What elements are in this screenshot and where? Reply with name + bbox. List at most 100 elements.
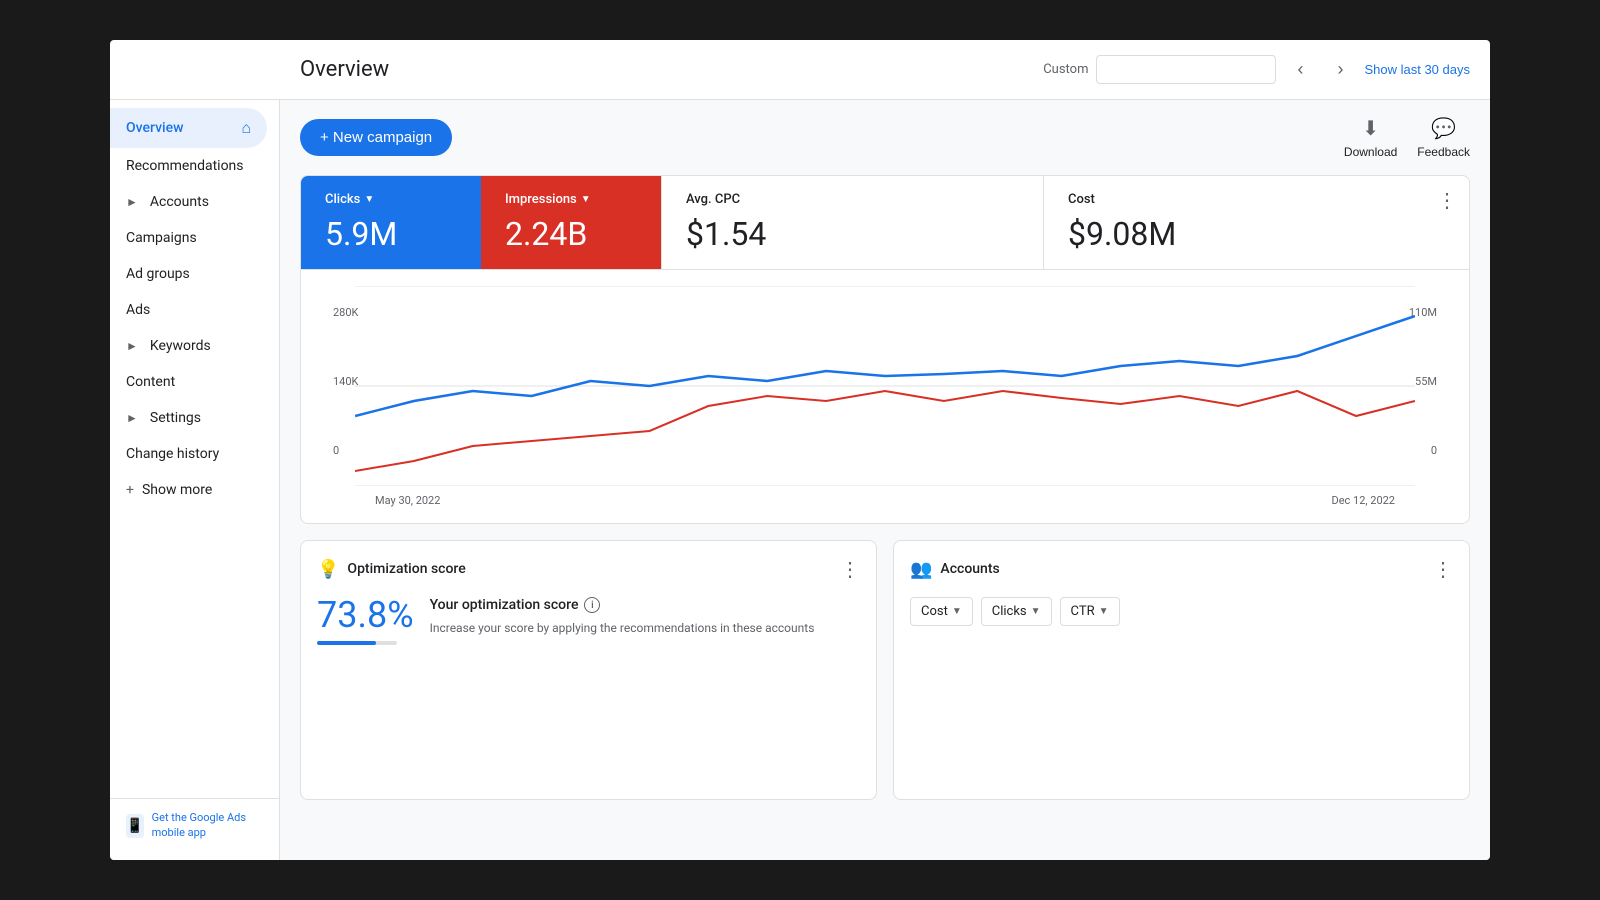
metric-cost: Cost $9.08M — [1043, 176, 1425, 269]
optimization-more-button[interactable]: ⋮ — [840, 557, 860, 581]
accounts-filters: Cost ▼ Clicks ▼ CTR ▼ — [910, 597, 1453, 626]
stats-card: Clicks ▼ 5.9M Impressions ▼ 2.24B — [300, 175, 1470, 524]
prev-date-button[interactable]: ‹ — [1284, 54, 1316, 86]
download-icon: ⬇ — [1362, 116, 1379, 141]
date-input[interactable] — [1096, 55, 1276, 84]
feedback-label: Feedback — [1417, 145, 1470, 159]
sidebar-item-show-more[interactable]: + Show more — [110, 472, 267, 508]
metric-avg-cpc: Avg. CPC $1.54 — [661, 176, 1043, 269]
filter-ctr[interactable]: CTR ▼ — [1060, 597, 1120, 626]
filter-cost-arrow: ▼ — [952, 606, 962, 617]
filter-clicks[interactable]: Clicks ▼ — [981, 597, 1052, 626]
sidebar-item-recommendations-label: Recommendations — [126, 158, 244, 174]
mobile-icon: 📱 — [126, 814, 144, 838]
new-campaign-button[interactable]: + New campaign — [300, 119, 452, 156]
info-icon[interactable]: i — [584, 597, 600, 613]
header-actions: ⬇ Download 💬 Feedback — [1344, 116, 1470, 159]
accounts-card-header: 👥 Accounts ⋮ — [910, 557, 1453, 581]
sidebar-item-overview-label: Overview — [126, 120, 183, 136]
filter-clicks-arrow: ▼ — [1031, 606, 1041, 617]
metric-impressions-label: Impressions ▼ — [505, 192, 637, 207]
feedback-button[interactable]: 💬 Feedback — [1417, 116, 1470, 159]
metric-cost-value: $9.08M — [1068, 215, 1401, 253]
sidebar-bottom: 📱 Get the Google Ads mobile app — [110, 798, 279, 852]
sidebar-item-settings-label: Settings — [150, 410, 201, 426]
filter-ctr-arrow: ▼ — [1099, 606, 1109, 617]
sidebar-item-change-history-label: Change history — [126, 446, 219, 462]
content-area: + New campaign ⬇ Download 💬 Feedback — [280, 100, 1490, 860]
filter-cost[interactable]: Cost ▼ — [910, 597, 973, 626]
sidebar-item-overview[interactable]: Overview ⌂ — [110, 108, 267, 148]
date-label: Custom — [1043, 62, 1088, 77]
y-right-top: 110M — [1409, 306, 1437, 319]
score-left: 73.8% — [317, 597, 414, 645]
filter-clicks-label: Clicks — [992, 604, 1027, 619]
sidebar-item-recommendations[interactable]: Recommendations — [110, 148, 267, 184]
metric-avg-cpc-value: $1.54 — [686, 215, 1019, 253]
sidebar-item-keywords[interactable]: ► Keywords — [110, 328, 267, 364]
optimization-card-header: 💡 Optimization score ⋮ — [317, 557, 860, 581]
chart-svg — [355, 286, 1415, 486]
metric-impressions-value: 2.24B — [505, 215, 637, 253]
stats-more-button[interactable]: ⋮ — [1425, 176, 1469, 224]
sidebar-item-accounts-label: Accounts — [150, 194, 209, 210]
sidebar-item-ad-groups-label: Ad groups — [126, 266, 190, 282]
feedback-icon: 💬 — [1431, 116, 1456, 141]
plus-icon: + — [126, 482, 134, 498]
download-button[interactable]: ⬇ Download — [1344, 116, 1397, 159]
next-date-button[interactable]: › — [1324, 54, 1356, 86]
y-right-mid: 55M — [1409, 375, 1437, 388]
top-bar: Overview Custom ‹ › Show last 30 days — [110, 40, 1490, 100]
accounts-arrow-icon: ► — [126, 195, 138, 209]
sidebar-item-settings[interactable]: ► Settings — [110, 400, 267, 436]
score-bar — [317, 641, 397, 645]
sidebar-item-ads[interactable]: Ads — [110, 292, 267, 328]
optimization-card-title: Optimization score — [347, 561, 465, 577]
metric-clicks-label: Clicks ▼ — [325, 192, 457, 207]
metric-avg-cpc-label: Avg. CPC — [686, 192, 1019, 207]
page-title: Overview — [280, 57, 1043, 82]
score-desc: Increase your score by applying the reco… — [430, 619, 860, 637]
sidebar-item-ad-groups[interactable]: Ad groups — [110, 256, 267, 292]
chart-area: 280K 140K 0 110M 55M 0 — [301, 269, 1469, 523]
metric-clicks[interactable]: Clicks ▼ 5.9M — [301, 176, 481, 269]
accounts-card-title: Accounts — [940, 561, 999, 577]
metric-clicks-value: 5.9M — [325, 215, 457, 253]
chart-x-end: Dec 12, 2022 — [1331, 494, 1395, 507]
chart-y-labels-right: 110M 55M 0 — [1409, 306, 1437, 457]
top-bar-right: Custom ‹ › Show last 30 days — [1043, 54, 1470, 86]
content-header: + New campaign ⬇ Download 💬 Feedback — [300, 116, 1470, 159]
sidebar-item-ads-label: Ads — [126, 302, 150, 318]
score-info: Your optimization score i Increase your … — [430, 597, 860, 637]
mobile-app-promo[interactable]: 📱 Get the Google Ads mobile app — [126, 811, 263, 840]
mobile-app-label: Get the Google Ads mobile app — [152, 811, 263, 840]
optimization-card: 💡 Optimization score ⋮ 73.8% — [300, 540, 877, 800]
sidebar-item-content[interactable]: Content — [110, 364, 267, 400]
accounts-more-button[interactable]: ⋮ — [1433, 557, 1453, 581]
filter-ctr-label: CTR — [1071, 604, 1095, 619]
home-icon: ⌂ — [241, 118, 251, 138]
app-frame: Overview Custom ‹ › Show last 30 days Ov… — [110, 40, 1490, 860]
score-bar-fill — [317, 641, 376, 645]
settings-arrow-icon: ► — [126, 411, 138, 425]
y-right-bottom: 0 — [1409, 444, 1437, 457]
optimization-icon: 💡 — [317, 559, 339, 580]
show-more-label: Show more — [142, 482, 212, 498]
sidebar: Overview ⌂ Recommendations ► Accounts Ca… — [110, 100, 280, 860]
filter-cost-label: Cost — [921, 604, 948, 619]
clicks-dropdown-icon: ▼ — [364, 194, 374, 205]
sidebar-item-change-history[interactable]: Change history — [110, 436, 267, 472]
main-layout: Overview ⌂ Recommendations ► Accounts Ca… — [110, 100, 1490, 860]
y-left-mid: 140K — [333, 375, 358, 388]
metric-cost-label: Cost — [1068, 192, 1401, 207]
sidebar-item-campaigns[interactable]: Campaigns — [110, 220, 267, 256]
metric-impressions[interactable]: Impressions ▼ 2.24B — [481, 176, 661, 269]
keywords-arrow-icon: ► — [126, 339, 138, 353]
score-title: Your optimization score i — [430, 597, 860, 613]
y-left-bottom: 0 — [333, 444, 358, 457]
sidebar-item-campaigns-label: Campaigns — [126, 230, 197, 246]
optimization-score: 73.8% Your optimization score i Increase… — [317, 597, 860, 645]
sidebar-item-accounts[interactable]: ► Accounts — [110, 184, 267, 220]
sidebar-item-keywords-label: Keywords — [150, 338, 211, 354]
show-last-30-button[interactable]: Show last 30 days — [1364, 62, 1470, 77]
